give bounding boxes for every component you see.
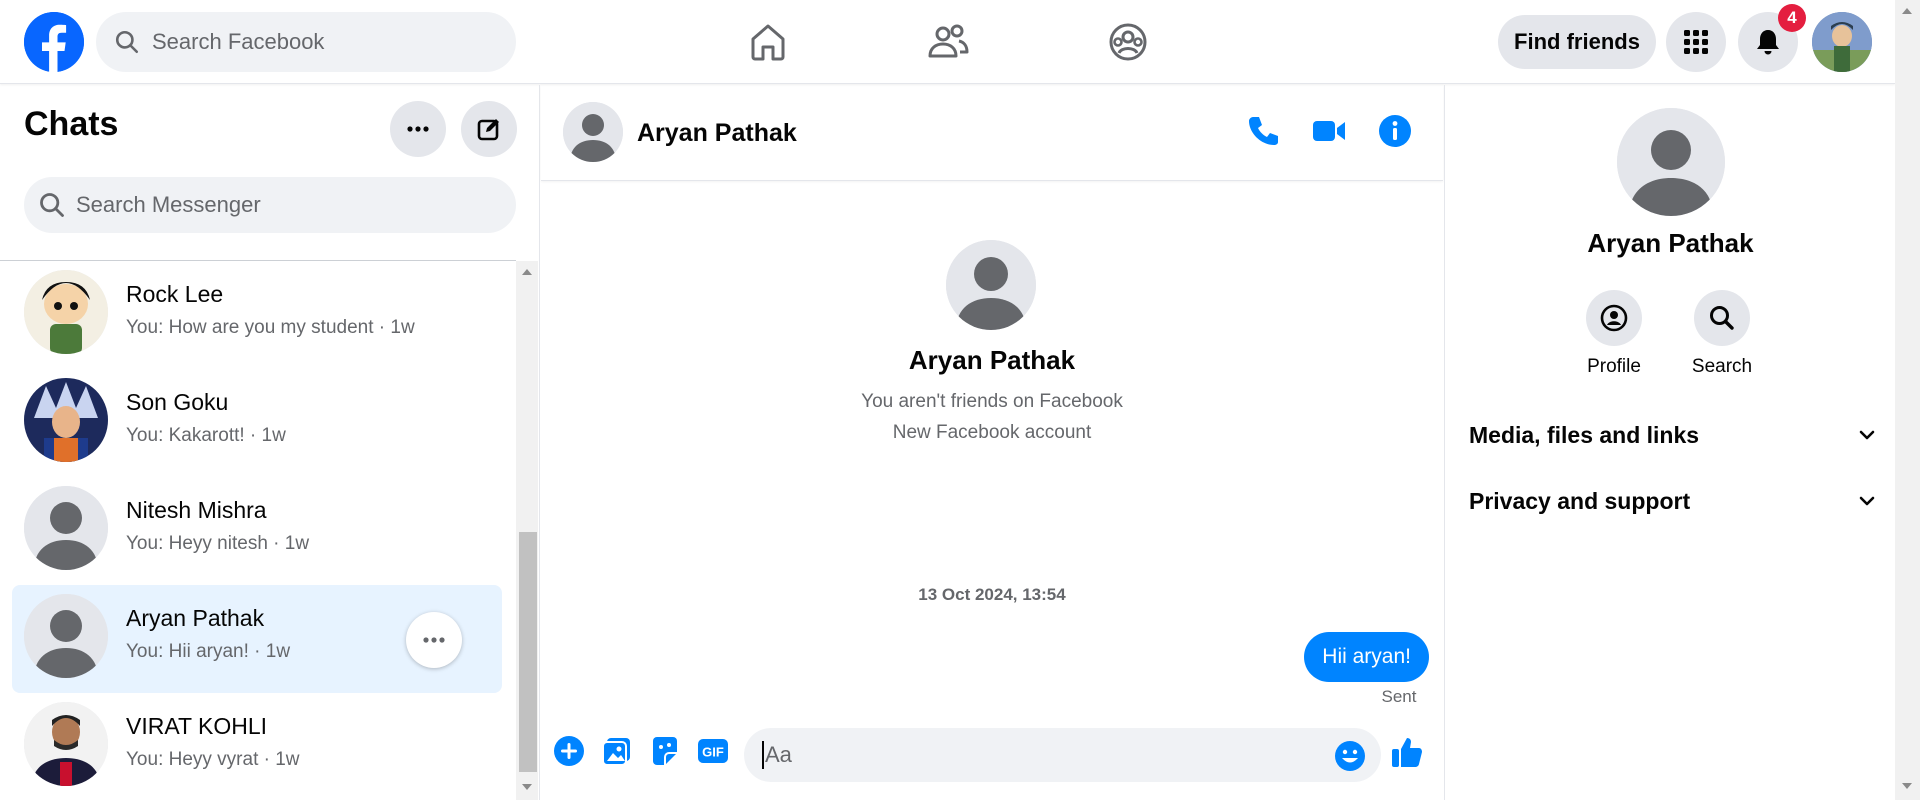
- more-dots-icon: [407, 126, 429, 132]
- chat-name: Rock Lee: [126, 281, 224, 307]
- chevron-down-icon: [1859, 430, 1875, 440]
- chat-item-virat-kohli[interactable]: VIRAT KOHLI You: Heyy vyrat · 1w: [12, 693, 502, 800]
- chevron-down-icon: [1859, 496, 1875, 506]
- scroll-thumb[interactable]: [519, 532, 537, 772]
- account-age-text: New Facebook account: [892, 422, 1092, 443]
- groups-icon[interactable]: [1104, 18, 1152, 66]
- page-scrollbar[interactable]: [1895, 0, 1920, 800]
- default-avatar-icon: [24, 486, 108, 570]
- search-conversation-button[interactable]: [1694, 290, 1750, 346]
- text-caret: [762, 741, 764, 769]
- chat-preview: You: Kakarott! · 1w: [126, 425, 286, 446]
- chat-list: Rock Lee You: How are you my student · 1…: [12, 261, 502, 800]
- search-label: Search: [1691, 356, 1753, 377]
- find-friends-button[interactable]: Find friends: [1498, 15, 1656, 69]
- message-input[interactable]: Aa: [744, 728, 1381, 782]
- chat-name: Son Goku: [126, 389, 229, 415]
- search-action[interactable]: Search: [1677, 290, 1767, 378]
- chat-name: VIRAT KOHLI: [126, 713, 268, 739]
- avatar: [24, 270, 108, 354]
- sent-message-bubble[interactable]: Hii aryan!: [1304, 632, 1429, 682]
- profile-button[interactable]: [1586, 290, 1642, 346]
- search-icon: [40, 193, 64, 217]
- message-input-placeholder: Aa: [765, 742, 792, 767]
- chat-preview: You: How are you my student · 1w: [126, 317, 415, 338]
- menu-grid-button[interactable]: [1666, 12, 1726, 72]
- media-files-links-section[interactable]: Media, files and links: [1469, 415, 1879, 455]
- search-placeholder: Search Facebook: [152, 29, 325, 54]
- contact-name[interactable]: Aryan Pathak: [637, 119, 797, 148]
- more-dots-icon: [423, 637, 445, 643]
- default-avatar-icon[interactable]: [563, 102, 623, 162]
- chats-panel: Chats Search Messenger Rock Lee You: How…: [0, 85, 540, 800]
- chat-preview: You: Heyy nitesh · 1w: [126, 533, 310, 554]
- thumbs-up-icon[interactable]: [1389, 734, 1425, 770]
- message-status: Sent: [1381, 687, 1417, 706]
- scroll-up-arrow-icon[interactable]: [1902, 8, 1912, 14]
- section-title: Media, files and links: [1469, 421, 1700, 448]
- friends-icon[interactable]: [924, 18, 972, 66]
- scroll-up-arrow-icon[interactable]: [522, 269, 532, 275]
- chat-item-options-button[interactable]: [406, 612, 462, 668]
- profile-icon: [1600, 304, 1628, 332]
- conversation-panel: Aryan Pathak Aryan Pathak You aren't fri…: [541, 85, 1443, 800]
- default-avatar-icon: [1617, 108, 1725, 216]
- avatar: [24, 702, 108, 786]
- video-call-icon[interactable]: [1309, 111, 1349, 151]
- chat-item-aryan-pathak[interactable]: Aryan Pathak You: Hii aryan! · 1w: [12, 585, 502, 693]
- default-avatar-icon: [24, 594, 108, 678]
- section-title: Privacy and support: [1469, 487, 1691, 514]
- home-icon[interactable]: [744, 18, 792, 66]
- contact-info-panel: Aryan Pathak Profile Search Media, files…: [1444, 85, 1895, 800]
- chats-heading: Chats: [24, 105, 119, 143]
- plus-icon[interactable]: [551, 733, 587, 769]
- photo-icon[interactable]: [599, 733, 635, 769]
- notification-count-badge: 4: [1778, 4, 1806, 32]
- emoji-icon[interactable]: [1333, 739, 1367, 773]
- svg-text:GIF: GIF: [702, 745, 724, 760]
- profile-label: Profile: [1587, 356, 1641, 377]
- grid-icon: [1684, 30, 1708, 54]
- phone-icon[interactable]: [1243, 111, 1283, 151]
- intro-contact-name: Aryan Pathak: [908, 345, 1076, 375]
- gif-icon[interactable]: GIF: [695, 733, 731, 769]
- search-icon: [1710, 306, 1734, 330]
- facebook-logo-icon[interactable]: [24, 12, 84, 72]
- messenger-search-placeholder: Search Messenger: [76, 192, 261, 217]
- friend-status-text: You aren't friends on Facebook: [861, 391, 1123, 412]
- chat-item-rock-lee[interactable]: Rock Lee You: How are you my student · 1…: [12, 261, 502, 369]
- top-navigation-bar: Search Facebook Find friends 4: [0, 0, 1895, 84]
- messenger-search-input[interactable]: Search Messenger: [24, 177, 516, 233]
- scroll-down-arrow-icon[interactable]: [522, 784, 532, 790]
- info-contact-name: Aryan Pathak: [1587, 228, 1754, 258]
- info-icon[interactable]: [1375, 111, 1415, 151]
- sticker-icon[interactable]: [647, 733, 683, 769]
- chat-options-button[interactable]: [390, 101, 446, 157]
- bell-icon: [1757, 30, 1779, 55]
- account-avatar[interactable]: [1812, 12, 1872, 72]
- conversation-header: Aryan Pathak: [541, 85, 1443, 181]
- facebook-search-input[interactable]: Search Facebook: [96, 12, 516, 72]
- chat-preview: You: Hii aryan! · 1w: [126, 641, 291, 662]
- new-message-button[interactable]: [461, 101, 517, 157]
- message-timestamp: 13 Oct 2024, 13:54: [918, 585, 1066, 604]
- profile-action[interactable]: Profile: [1569, 290, 1659, 378]
- chat-name: Nitesh Mishra: [126, 497, 267, 523]
- search-icon: [115, 30, 139, 54]
- chat-item-son-goku[interactable]: Son Goku You: Kakarott! · 1w: [12, 369, 502, 477]
- compose-icon: [477, 119, 499, 141]
- default-avatar-icon: [946, 240, 1036, 330]
- scroll-down-arrow-icon[interactable]: [1902, 783, 1912, 789]
- chat-list-scrollbar[interactable]: [516, 261, 538, 800]
- privacy-support-section[interactable]: Privacy and support: [1469, 481, 1879, 521]
- chat-preview: You: Heyy vyrat · 1w: [126, 749, 300, 770]
- chat-name: Aryan Pathak: [126, 605, 265, 631]
- chat-item-nitesh-mishra[interactable]: Nitesh Mishra You: Heyy nitesh · 1w: [12, 477, 502, 585]
- avatar: [24, 378, 108, 462]
